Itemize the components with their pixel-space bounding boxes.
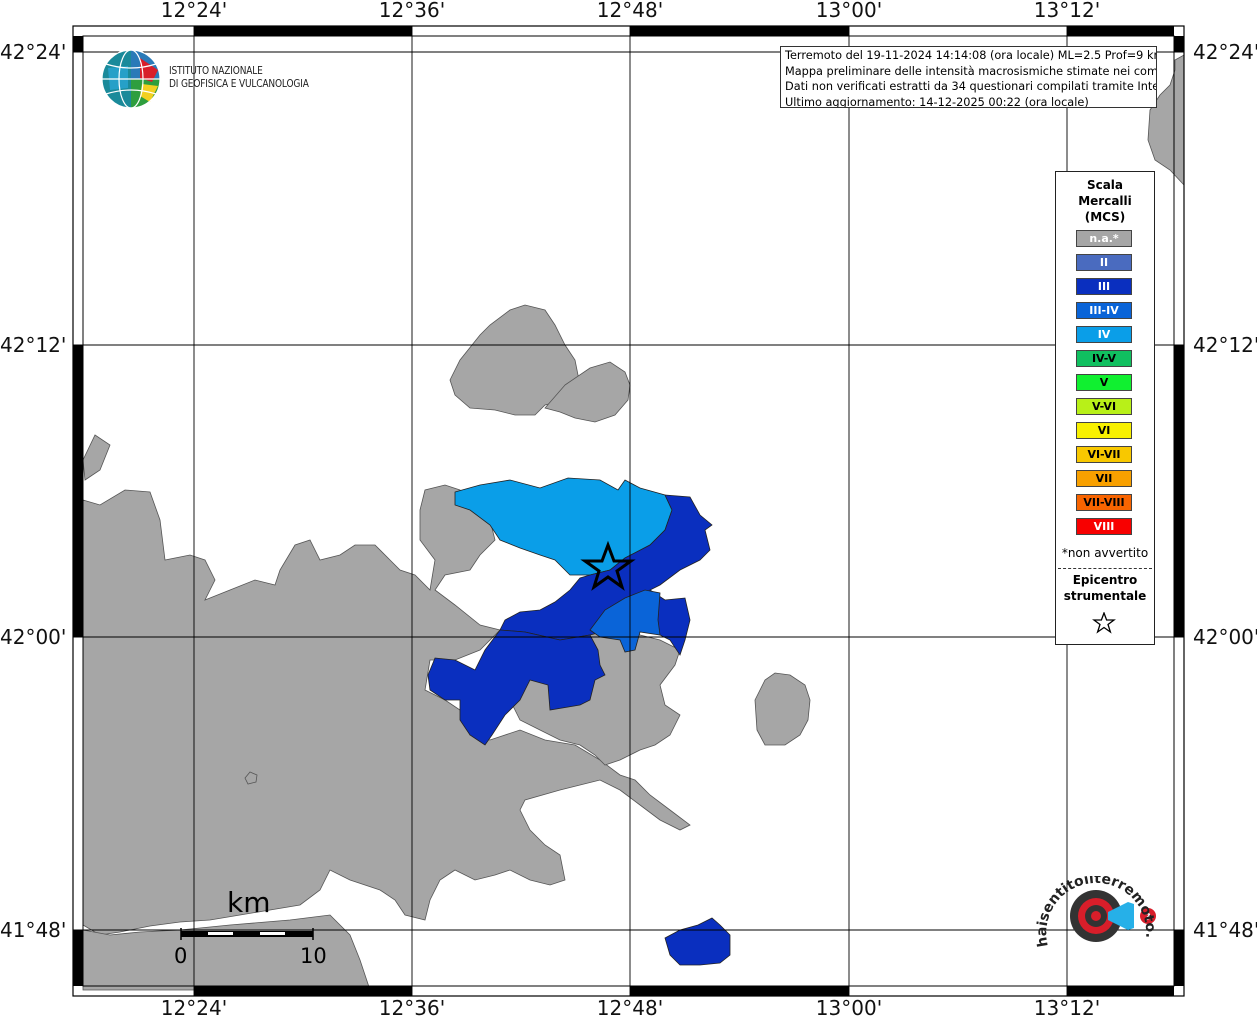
lat-label-right: 42°24' xyxy=(1193,40,1257,64)
legend-note: *non avvertito xyxy=(1061,546,1149,560)
lat-label-right: 42°00' xyxy=(1193,625,1257,649)
lat-label-left: 42°12' xyxy=(0,333,67,357)
legend-title-line: (MCS) xyxy=(1084,210,1126,224)
legend-swatch-iv-v: IV-V xyxy=(1076,350,1132,367)
lon-label-top: 12°48' xyxy=(596,0,664,22)
legend-swatch-vi: VI xyxy=(1076,422,1132,439)
ingv-globe-logo xyxy=(101,49,161,109)
star-icon xyxy=(1092,612,1116,634)
legend-epicenter-line: Epicentro xyxy=(1072,573,1138,587)
scale-end-label: 10 xyxy=(300,944,327,968)
legend-swatch-iii-iv: III-IV xyxy=(1076,302,1132,319)
lon-label-top: 13°00' xyxy=(815,0,883,22)
lat-label-left: 42°00' xyxy=(0,625,67,649)
legend-swatch-iii: III xyxy=(1076,278,1132,295)
legend-swatch-vi-vii: VI-VII xyxy=(1076,446,1132,463)
legend-swatch-iv: IV xyxy=(1076,326,1132,343)
lon-label-top: 13°12' xyxy=(1033,0,1101,22)
legend-epicenter-line: strumentale xyxy=(1063,589,1147,603)
event-info-box: Terremoto del 19-11-2024 14:14:08 (ora l… xyxy=(780,46,1157,108)
ingv-logo-line2: DI GEOFISICA E VULCANOLOGIA xyxy=(169,77,309,90)
event-info-line: Terremoto del 19-11-2024 14:14:08 (ora l… xyxy=(785,49,1157,62)
scale-unit-label: km xyxy=(227,886,271,919)
mcs-legend: Scala Mercalli (MCS) n.a.* II III III-IV IV I… xyxy=(1055,171,1155,645)
legend-swatch-v: V xyxy=(1076,374,1132,391)
lon-label-bottom: 12°48' xyxy=(596,996,664,1020)
legend-swatch-v-vi: V-VI xyxy=(1076,398,1132,415)
lon-label-bottom: 12°24' xyxy=(160,996,228,1020)
haisentito-logo: ? haisentitoilterremoto.it www. xyxy=(1036,876,1158,948)
legend-epicenter-label: Epicentro strumentale xyxy=(1056,572,1154,604)
event-info-line: Mappa preliminare delle intensità macros… xyxy=(785,64,1157,78)
legend-title-line: Mercalli xyxy=(1078,194,1132,208)
lon-label-top: 12°36' xyxy=(378,0,446,22)
lat-label-right: 41°48' xyxy=(1193,918,1257,942)
lat-label-left: 41°48' xyxy=(0,918,67,942)
legend-swatch-ii: II xyxy=(1076,254,1132,271)
lat-label-left: 42°24' xyxy=(0,40,67,64)
lat-label-right: 42°12' xyxy=(1193,333,1257,357)
ingv-logo-text: ISTITUTO NAZIONALE DI GEOFISICA E VULCAN… xyxy=(169,64,309,90)
legend-swatch-vii: VII xyxy=(1076,470,1132,487)
legend-separator xyxy=(1058,568,1152,569)
lon-label-bottom: 13°12' xyxy=(1033,996,1101,1020)
ingv-logo-line1: ISTITUTO NAZIONALE xyxy=(169,64,263,77)
legend-swatch-vii-viii: VII-VIII xyxy=(1076,494,1132,511)
legend-swatch-n-a-: n.a.* xyxy=(1076,230,1132,247)
legend-title-line: Scala xyxy=(1086,178,1124,192)
legend-swatch-viii: VIII xyxy=(1076,518,1132,535)
scale-start-label: 0 xyxy=(174,944,188,968)
lon-label-top: 12°24' xyxy=(160,0,228,22)
legend-title: Scala Mercalli (MCS) xyxy=(1056,177,1154,225)
lon-label-bottom: 13°00' xyxy=(815,996,883,1020)
legend-items: n.a.* II III III-IV IV IV-V V V-VI VI VI-VII VII VI… xyxy=(1076,230,1132,542)
event-info-line: Ultimo aggiornamento: 14-12-2025 00:22 (… xyxy=(785,95,1089,108)
event-info-line: Dati non verificati estratti da 34 quest… xyxy=(785,80,1157,93)
lon-label-bottom: 12°36' xyxy=(378,996,446,1020)
